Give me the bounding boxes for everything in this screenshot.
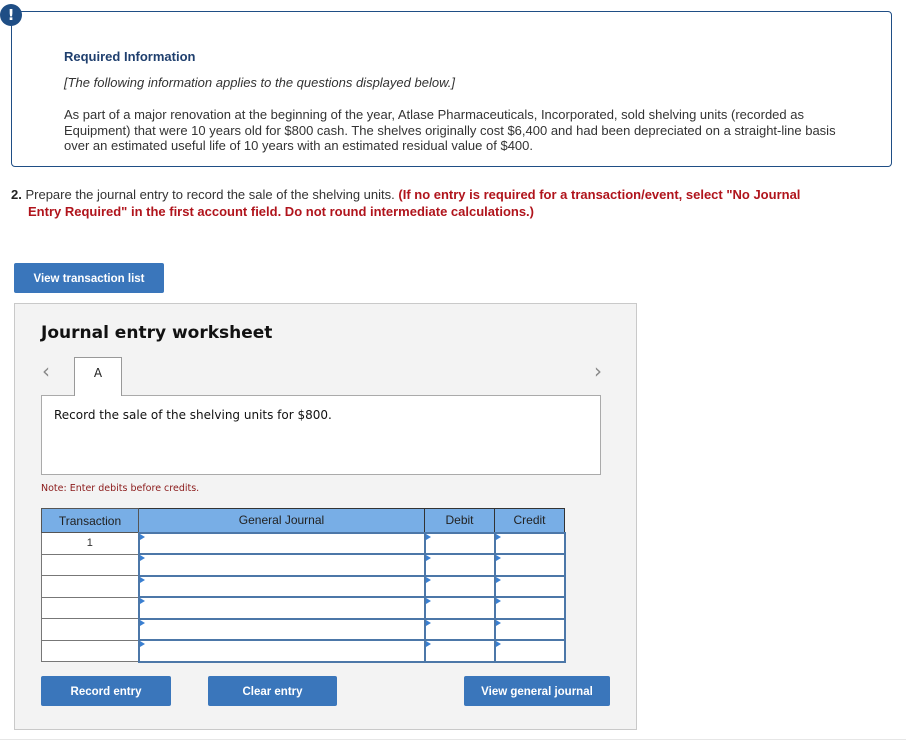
credit-field[interactable] <box>493 639 566 663</box>
transaction-cell: 1 <box>41 532 139 555</box>
header-general-journal: General Journal <box>138 508 425 533</box>
credit-field[interactable] <box>493 596 566 620</box>
account-field[interactable] <box>137 574 426 598</box>
question-text: Prepare the journal entry to record the … <box>25 187 395 202</box>
header-credit: Credit <box>494 508 565 533</box>
debit-field[interactable] <box>423 531 496 555</box>
account-field[interactable] <box>137 617 426 641</box>
credit-field[interactable] <box>493 553 566 577</box>
debit-field[interactable] <box>423 553 496 577</box>
required-information-panel: Required Information [The following info… <box>11 11 892 167</box>
credit-field[interactable] <box>493 531 566 555</box>
transaction-cell <box>41 618 139 641</box>
chevron-left-icon[interactable]: ‹ <box>42 359 50 383</box>
debit-field[interactable] <box>423 617 496 641</box>
account-field[interactable] <box>137 596 426 620</box>
journal-header-row: Transaction General Journal Debit Credit <box>41 508 565 533</box>
transaction-cell <box>41 575 139 598</box>
credit-field[interactable] <box>493 574 566 598</box>
table-row <box>41 574 566 598</box>
header-transaction: Transaction <box>41 508 139 533</box>
question-instruction-2: Entry Required" in the first account fie… <box>28 204 534 219</box>
debits-note: Note: Enter debits before credits. <box>41 483 200 494</box>
header-debit: Debit <box>424 508 495 533</box>
worksheet-title: Journal entry worksheet <box>41 323 273 343</box>
question-instruction-1: (If no entry is required for a transacti… <box>398 187 801 202</box>
debit-field[interactable] <box>423 574 496 598</box>
info-title: Required Information <box>64 49 196 64</box>
info-subtitle: [The following information applies to th… <box>64 75 455 90</box>
chevron-right-icon[interactable]: › <box>594 359 602 383</box>
debit-field[interactable] <box>423 596 496 620</box>
bottom-divider <box>0 739 906 740</box>
transaction-description-box: Record the sale of the shelving units fo… <box>41 395 601 475</box>
question-number: 2. <box>11 187 22 202</box>
account-field[interactable] <box>137 553 426 577</box>
table-row <box>41 639 566 663</box>
tab-a[interactable]: A <box>74 357 122 396</box>
transaction-cell <box>41 553 139 576</box>
question-prompt: 2. Prepare the journal entry to record t… <box>11 186 901 220</box>
transaction-cell <box>41 596 139 619</box>
journal-entry-worksheet: Journal entry worksheet ‹ A › Record the… <box>14 303 637 730</box>
table-row <box>41 553 566 577</box>
transaction-description: Record the sale of the shelving units fo… <box>54 408 332 422</box>
table-row <box>41 596 566 620</box>
record-entry-button[interactable]: Record entry <box>41 676 171 706</box>
table-row: 1 <box>41 531 566 555</box>
info-body: As part of a major renovation at the beg… <box>64 107 836 153</box>
view-transaction-list-button[interactable]: View transaction list <box>14 263 164 293</box>
transaction-cell <box>41 639 139 662</box>
clear-entry-button[interactable]: Clear entry <box>208 676 337 706</box>
journal-table: Transaction General Journal Debit Credit… <box>41 508 566 663</box>
view-general-journal-button[interactable]: View general journal <box>464 676 610 706</box>
credit-field[interactable] <box>493 617 566 641</box>
table-row <box>41 617 566 641</box>
exclamation-icon: ! <box>0 4 22 26</box>
debit-field[interactable] <box>423 639 496 663</box>
account-field[interactable] <box>137 639 426 663</box>
account-field[interactable] <box>137 531 426 555</box>
